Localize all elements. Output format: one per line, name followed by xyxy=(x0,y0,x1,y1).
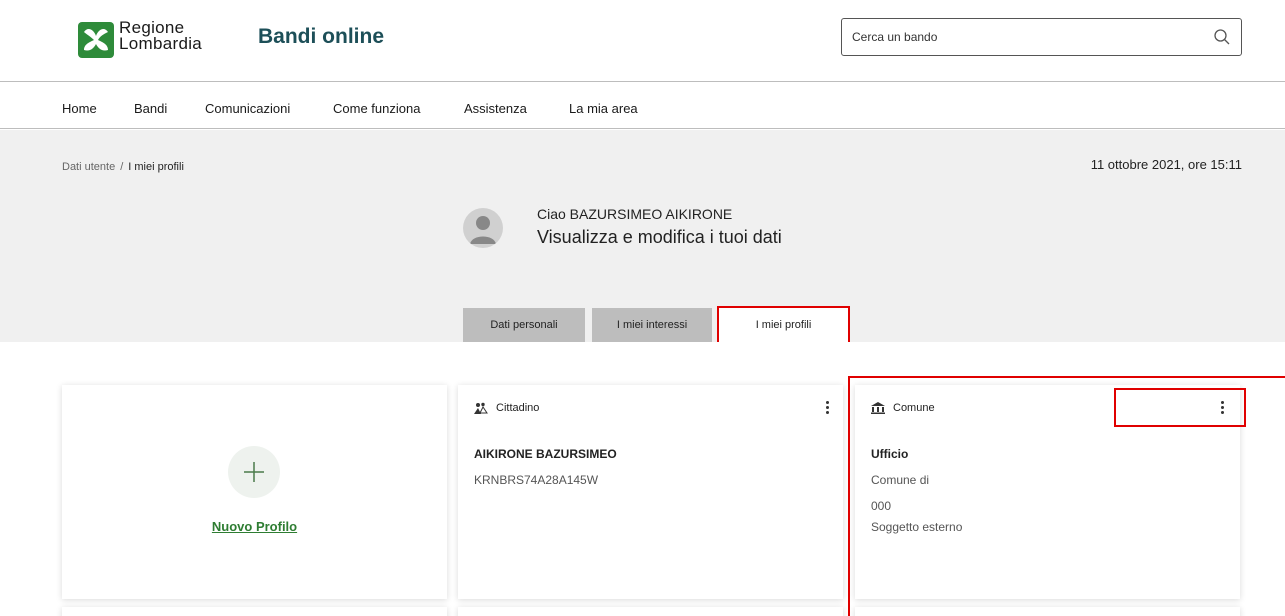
kebab-menu-icon[interactable] xyxy=(1217,399,1227,421)
kebab-menu-icon[interactable] xyxy=(822,399,832,421)
add-profile-button[interactable] xyxy=(228,446,280,498)
search-box xyxy=(841,18,1242,56)
profile-comune: Comune di xyxy=(871,473,930,487)
profile-card-row2 xyxy=(62,607,447,616)
profile-card-comune[interactable]: Comune Ufficio Comune di 000 Soggetto es… xyxy=(855,385,1240,599)
card-header: Cittadino xyxy=(474,402,539,414)
user-greeting: Ciao BAZURSIMEO AIKIRONE xyxy=(537,206,733,222)
profile-type-label: Cittadino xyxy=(496,402,540,414)
current-date: 11 ottobre 2021, ore 15:11 xyxy=(1090,157,1242,172)
nav-assistenza[interactable]: Assistenza xyxy=(464,101,527,116)
logo-text: Regione Lombardia xyxy=(119,19,203,53)
profile-role: Soggetto esterno xyxy=(871,520,963,534)
nav-come-funziona[interactable]: Come funziona xyxy=(333,101,420,116)
card-header: Comune xyxy=(871,402,935,414)
breadcrumb-parent[interactable]: Dati utente xyxy=(62,161,115,173)
citizen-icon xyxy=(474,402,488,414)
profile-card-cittadino[interactable]: Cittadino AIKIRONE BAZURSIMEO KRNBRS74A2… xyxy=(458,385,843,599)
new-profile-link[interactable]: Nuovo Profilo xyxy=(62,519,447,534)
profile-fiscal-code: KRNBRS74A28A145W xyxy=(474,473,599,487)
profile-type-label: Comune xyxy=(893,402,935,414)
page-subtitle: Visualizza e modifica i tuoi dati xyxy=(537,227,782,247)
profile-code: 000 xyxy=(871,499,892,513)
search-input[interactable] xyxy=(842,19,1202,55)
profile-office: Ufficio xyxy=(871,447,909,461)
breadcrumb: Dati utente / I miei profili xyxy=(62,161,184,173)
logo-line-2: Lombardia xyxy=(119,34,203,53)
search-icon[interactable] xyxy=(1213,28,1231,46)
app-title[interactable]: Bandi online xyxy=(258,25,384,49)
tab-miei-interessi[interactable]: I miei interessi xyxy=(592,308,712,342)
breadcrumb-current: I miei profili xyxy=(128,161,184,173)
regione-lombardia-logo-icon[interactable] xyxy=(78,22,114,58)
tab-dati-personali[interactable]: Dati personali xyxy=(463,308,585,342)
profile-card-row2 xyxy=(458,607,843,616)
municipality-icon xyxy=(871,402,885,414)
profile-card-row2 xyxy=(855,607,1240,616)
nav-home[interactable]: Home xyxy=(62,101,97,116)
tab-miei-profili[interactable]: I miei profili xyxy=(717,306,850,344)
breadcrumb-separator: / xyxy=(120,161,124,173)
profiles-grid: Nuovo Profilo Cittadino AIKIRONE BAZURSI… xyxy=(0,342,1285,616)
profile-header-area: Dati utente / I miei profili 11 ottobre 20… xyxy=(0,130,1285,344)
new-profile-card[interactable]: Nuovo Profilo xyxy=(62,385,447,599)
avatar-icon xyxy=(463,208,503,248)
plus-icon xyxy=(244,462,264,482)
nav-bandi[interactable]: Bandi xyxy=(134,101,167,116)
header: Regione Lombardia Bandi online xyxy=(0,0,1285,82)
main-nav: Home Bandi Comunicazioni Come funziona A… xyxy=(0,83,1285,129)
nav-comunicazioni[interactable]: Comunicazioni xyxy=(205,101,290,116)
nav-la-mia-area[interactable]: La mia area xyxy=(569,101,638,116)
profile-name: AIKIRONE BAZURSIMEO xyxy=(474,447,617,461)
